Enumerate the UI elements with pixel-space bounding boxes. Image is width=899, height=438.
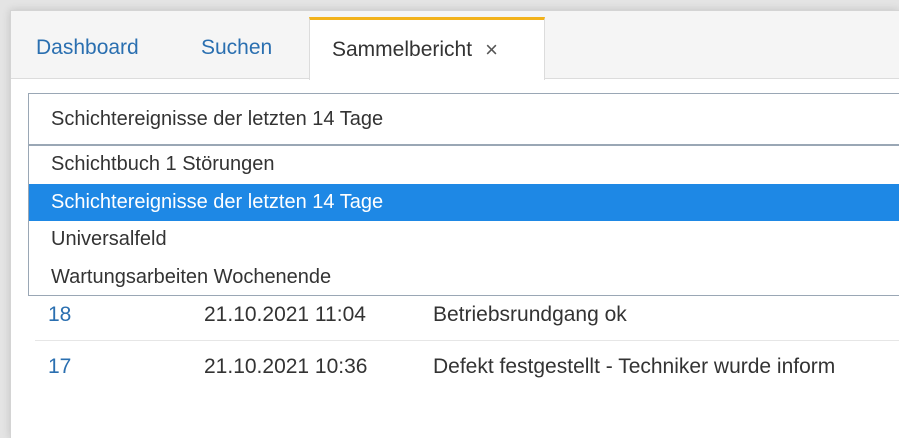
tab-dashboard-label: Dashboard (36, 36, 139, 59)
table-row[interactable]: 17 21.10.2021 10:36 Defekt festgestellt … (35, 341, 899, 393)
tab-sammelbericht[interactable]: Sammelbericht × (309, 17, 545, 80)
table-row[interactable]: 18 21.10.2021 11:04 Betriebsrundgang ok (35, 289, 899, 341)
row-date: 21.10.2021 10:36 (204, 355, 368, 378)
tab-suchen[interactable]: Suchen (201, 17, 272, 79)
row-date: 21.10.2021 11:04 (204, 302, 366, 326)
app-window: Dashboard Suchen Sammelbericht × Schicht… (10, 10, 899, 438)
row-description: Betriebsrundgang ok (433, 302, 627, 326)
close-icon[interactable]: × (485, 37, 498, 63)
report-select-value: Schichtereignisse der letzten 14 Tage (51, 107, 384, 130)
row-id-link[interactable]: 17 (48, 355, 71, 379)
dropdown-option[interactable]: Universalfeld (29, 221, 899, 259)
tab-sammelbericht-label: Sammelbericht (332, 38, 473, 61)
row-id-link[interactable]: 18 (48, 303, 71, 327)
row-description: Defekt festgestellt - Techniker wurde in… (433, 355, 836, 378)
report-select-dropdown: Schichtbuch 1 Störungen Schichtereigniss… (28, 145, 899, 296)
tab-dashboard[interactable]: Dashboard (36, 17, 139, 79)
tab-suchen-label: Suchen (201, 36, 273, 59)
dropdown-option-selected[interactable]: Schichtereignisse der letzten 14 Tage (29, 183, 899, 221)
tab-bar: Dashboard Suchen Sammelbericht × (11, 11, 899, 80)
report-select[interactable]: Schichtereignisse der letzten 14 Tage (28, 93, 899, 145)
dropdown-option[interactable]: Schichtbuch 1 Störungen (29, 146, 899, 184)
